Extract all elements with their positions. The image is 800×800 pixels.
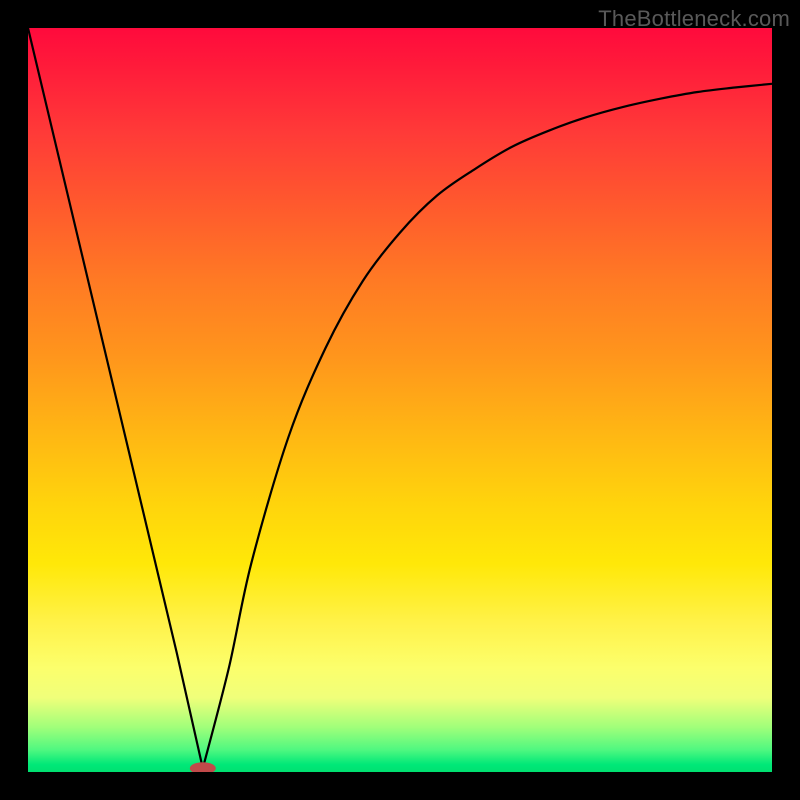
plot-area	[28, 28, 772, 772]
chart-frame: TheBottleneck.com	[0, 0, 800, 800]
bottleneck-curve	[28, 28, 772, 768]
minimum-marker	[190, 762, 216, 772]
curve-layer	[28, 28, 772, 772]
watermark-text: TheBottleneck.com	[598, 6, 790, 32]
